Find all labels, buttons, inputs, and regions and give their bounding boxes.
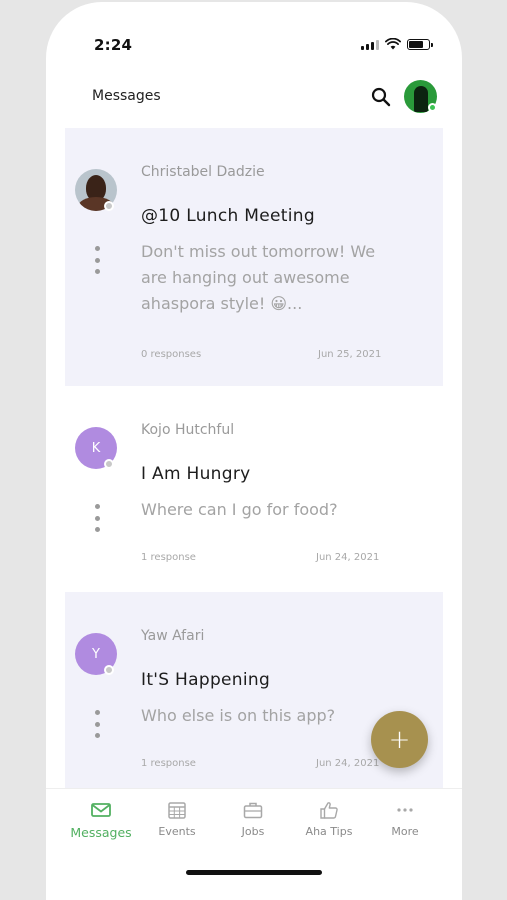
nav-label: More [391,825,419,838]
response-count[interactable]: 1 response [141,758,196,769]
message-date: Jun 24, 2021 [316,552,380,563]
preview-line: ahaspora style! 😀... [141,294,303,313]
message-date: Jun 24, 2021 [316,758,380,769]
plus-icon: + [388,724,411,755]
search-icon [371,87,391,107]
battery-icon [407,38,433,50]
nav-item-more[interactable]: More [367,801,443,838]
nav-label: Events [158,825,196,838]
presence-dot [104,665,114,675]
kebab-dot-icon [94,733,100,738]
presence-dot [104,459,114,469]
message-preview: Where can I go for food? [141,497,391,523]
message-preview: Who else is on this app? [141,703,391,729]
presence-dot [104,201,114,211]
search-button[interactable] [370,86,392,108]
more-dots-icon [397,808,413,812]
nav-label: Jobs [241,825,265,838]
message-subject: It'S Happening [141,670,271,690]
response-count[interactable]: 0 responses [141,349,201,360]
message-preview: Don't miss out tomorrow! We are hanging … [141,239,391,317]
phone-screen: 2:24 Messages Christabel Dadzie @10 Lunc… [46,2,462,900]
online-status-dot [428,103,437,112]
new-message-button[interactable]: + [371,711,428,768]
kebab-dot-icon [94,515,100,521]
kebab-dot-icon [94,710,100,715]
more-options-button[interactable] [93,710,101,738]
status-time: 2:24 [94,36,133,54]
message-card[interactable]: Christabel Dadzie @10 Lunch Meeting Don'… [65,128,443,386]
status-icons [361,38,433,50]
wifi-icon [385,38,401,50]
kebab-dot-icon [94,721,100,727]
message-card[interactable]: K Kojo Hutchful I Am Hungry Where can I … [65,386,443,592]
cellular-signal-icon [361,39,379,50]
nav-item-aha-tips[interactable]: Aha Tips [291,801,367,838]
message-subject: @10 Lunch Meeting [141,206,315,226]
mail-icon [91,803,111,817]
kebab-dot-icon [94,527,100,532]
nav-item-jobs[interactable]: Jobs [215,801,291,838]
message-subject: I Am Hungry [141,464,251,484]
calendar-icon [168,802,186,819]
kebab-dot-icon [94,257,100,263]
more-options-button[interactable] [93,246,101,274]
page-title: Messages [92,88,161,104]
sender-name: Christabel Dadzie [141,164,265,180]
home-indicator[interactable] [186,870,322,875]
message-list: Christabel Dadzie @10 Lunch Meeting Don'… [65,128,443,792]
preview-line: Who else is on this app? [141,706,336,725]
sender-name: Yaw Afari [141,628,205,644]
kebab-dot-icon [94,504,100,509]
kebab-dot-icon [94,269,100,274]
preview-line: are hanging out awesome [141,268,350,287]
briefcase-icon [243,802,263,819]
kebab-dot-icon [94,246,100,251]
preview-line: Where can I go for food? [141,500,338,519]
nav-item-messages[interactable]: Messages [63,801,139,840]
response-count[interactable]: 1 response [141,552,196,563]
bottom-nav: Messages Events Jobs Aha Tips More [46,788,462,858]
preview-line: Don't miss out tomorrow! We [141,242,376,261]
nav-label: Aha Tips [305,825,353,838]
message-date: Jun 25, 2021 [318,349,382,360]
thumbs-up-icon [320,802,338,819]
nav-label: Messages [70,825,132,840]
more-options-button[interactable] [93,504,101,532]
nav-item-events[interactable]: Events [139,801,215,838]
sender-name: Kojo Hutchful [141,422,235,438]
